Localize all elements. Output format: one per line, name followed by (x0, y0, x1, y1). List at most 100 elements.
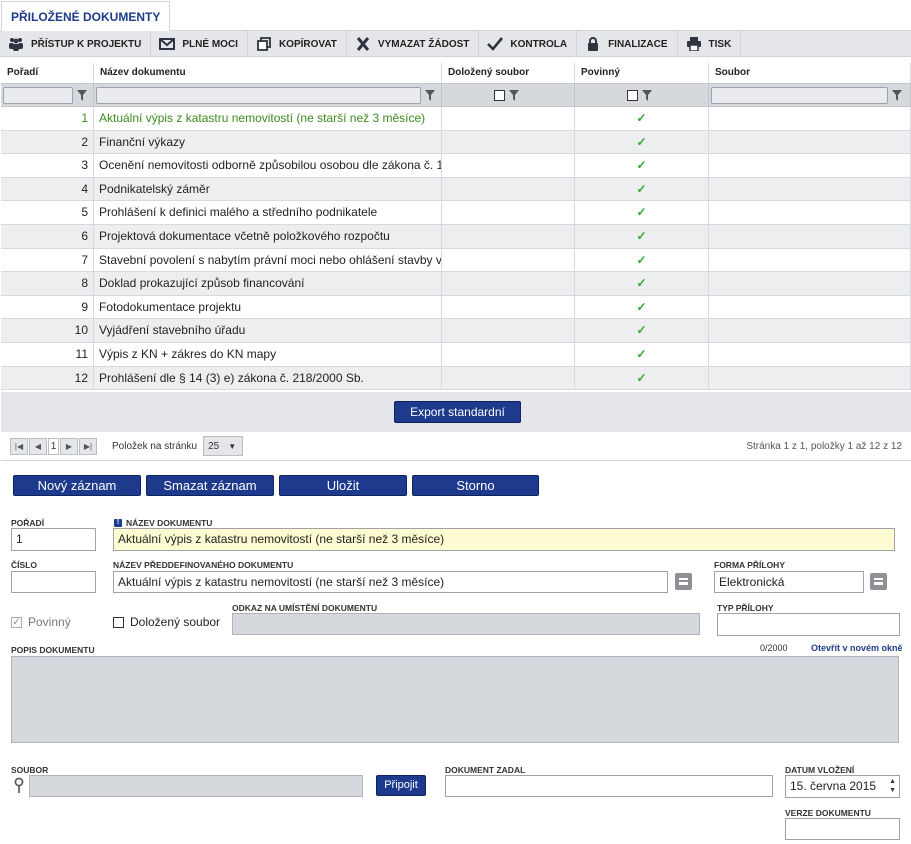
row-name-cell: Fotodokumentace projektu (94, 295, 442, 319)
attachment-form-input[interactable]: Elektronická (714, 571, 864, 593)
description-textarea (11, 656, 899, 743)
row-name-cell: Projektová dokumentace včetně položkovéh… (94, 224, 442, 248)
attach-button[interactable]: Připojit (376, 775, 426, 796)
filter-icon[interactable] (642, 89, 652, 101)
attachment-type-input[interactable] (717, 613, 900, 636)
page-number-input[interactable]: 1 (48, 437, 59, 455)
entered-by-input (445, 775, 773, 797)
column-header-name[interactable]: Název dokumentu (94, 63, 442, 83)
table-row[interactable]: 7 Stavební povolení s nabytím právní moci… (1, 248, 911, 273)
required-checkbox[interactable]: ✓ (11, 616, 22, 628)
users-icon (9, 38, 23, 51)
description-label: Popis dokumentu (11, 645, 95, 655)
row-attached-cell (442, 177, 575, 201)
filter-required-checkbox[interactable] (627, 89, 638, 101)
filter-icon[interactable] (892, 89, 902, 101)
row-required-check-icon: ✓ (575, 224, 709, 248)
row-file-cell (709, 295, 911, 319)
row-required-check-icon: ✓ (575, 154, 709, 177)
document-name-input[interactable]: Aktuální výpis z katastru nemovitostí (n… (113, 528, 895, 551)
row-file-cell (709, 107, 911, 130)
filter-file-input[interactable] (711, 86, 888, 104)
open-new-window-link[interactable]: Otevřít v novém okně (811, 643, 903, 653)
row-attached-cell (442, 154, 575, 177)
number-input[interactable] (11, 571, 96, 593)
print-button[interactable]: TISK (678, 31, 742, 57)
filter-order-input[interactable] (3, 86, 73, 104)
filter-name-input[interactable] (96, 86, 421, 104)
row-order-cell: 9 (1, 295, 94, 319)
attachment-form-label: Forma přílohy (714, 560, 785, 570)
power-of-attorney-button[interactable]: PLNÉ MOCI (151, 31, 248, 57)
table-row[interactable]: 11 Výpis z KN + zákres do KN mapy ✓ (1, 342, 911, 367)
table-row[interactable]: 3 Ocenění nemovitosti odborně způsobilou … (1, 154, 911, 178)
row-name-cell: Podnikatelský záměr (94, 177, 442, 201)
order-input[interactable]: 1 (11, 528, 96, 551)
date-inserted-input[interactable]: 15. června 2015 ▲ ▼ (785, 775, 900, 798)
copy-button[interactable]: KOPÍROVAT (248, 31, 347, 57)
new-record-button[interactable]: Nový záznam (13, 475, 141, 496)
row-attached-cell (442, 342, 575, 366)
row-order-cell: 1 (1, 107, 94, 130)
row-file-cell (709, 319, 911, 342)
required-icon: ! (114, 519, 122, 527)
table-row[interactable]: 1 Aktuální výpis z katastru nemovitostí (… (1, 107, 911, 131)
attached-file-checkbox[interactable] (113, 616, 124, 628)
row-required-check-icon: ✓ (575, 366, 709, 390)
next-page-icon[interactable]: ▶ (60, 437, 78, 455)
document-link-label: Odkaz na umístění dokumentu (232, 603, 378, 613)
first-page-icon[interactable]: |◀ (10, 437, 28, 455)
column-header-required[interactable]: Povinný (575, 63, 709, 83)
column-header-attached-file[interactable]: Doložený soubor (442, 63, 575, 83)
table-row[interactable]: 2 Finanční výkazy ✓ (1, 130, 911, 155)
export-band: Export standardní (1, 392, 911, 432)
filter-icon[interactable] (77, 89, 87, 101)
row-file-cell (709, 224, 911, 248)
filter-attached-checkbox[interactable] (494, 89, 505, 101)
row-file-cell (709, 248, 911, 272)
table-row[interactable]: 5 Prohlášení k definici malého a středníh… (1, 201, 911, 225)
list-icon[interactable] (870, 573, 887, 590)
spinner-icon[interactable]: ▲ ▼ (889, 777, 896, 795)
row-attached-cell (442, 224, 575, 248)
access-project-button[interactable]: PŘÍSTUP K PROJEKTU (0, 31, 152, 57)
save-button[interactable]: Uložit (279, 475, 407, 496)
row-file-cell (709, 272, 911, 295)
document-name-label-wrap: ! Název dokumentu (114, 518, 212, 528)
close-icon (356, 37, 370, 51)
per-page-select[interactable]: 25 ▼ (203, 436, 244, 456)
filter-icon[interactable] (425, 89, 435, 101)
row-name-cell: Doklad prokazující způsob financování (94, 272, 442, 295)
row-name-cell: Ocenění nemovitosti odborně způsobilou o… (94, 154, 442, 177)
delete-request-button[interactable]: VYMAZAT ŽÁDOST (347, 31, 480, 57)
row-attached-cell (442, 248, 575, 272)
row-name-cell: Výpis z KN + zákres do KN mapy (94, 342, 442, 366)
row-name-cell: Finanční výkazy (94, 130, 442, 154)
delete-record-button[interactable]: Smazat záznam (146, 475, 274, 496)
last-page-icon[interactable]: ▶| (79, 437, 97, 455)
prev-page-icon[interactable]: ◀ (29, 437, 47, 455)
table-row[interactable]: 12 Prohlášení dle § 14 (3) e) zákona č. 2… (1, 366, 911, 391)
column-header-order[interactable]: Pořadí (1, 63, 94, 83)
table-row[interactable]: 10 Vyjádření stavebního úřadu ✓ (1, 319, 911, 343)
table-row[interactable]: 6 Projektová dokumentace včetně položkové… (1, 224, 911, 249)
column-header-file[interactable]: Soubor (709, 63, 911, 83)
filter-icon[interactable] (509, 89, 519, 101)
predefined-name-input[interactable]: Aktuální výpis z katastru nemovitostí (n… (113, 571, 668, 593)
row-file-cell (709, 342, 911, 366)
control-button[interactable]: KONTROLA (479, 31, 578, 57)
cancel-button[interactable]: Storno (412, 475, 539, 496)
control-label: KONTROLA (510, 38, 568, 50)
finalize-button[interactable]: FINALIZACE (577, 31, 678, 57)
table-row[interactable]: 8 Doklad prokazující způsob financování ✓ (1, 272, 911, 296)
export-standard-button[interactable]: Export standardní (394, 401, 521, 423)
table-row[interactable]: 4 Podnikatelský záměr ✓ (1, 177, 911, 202)
row-required-check-icon: ✓ (575, 295, 709, 319)
row-attached-cell (442, 295, 575, 319)
row-order-cell: 3 (1, 154, 94, 177)
lock-icon (588, 37, 599, 51)
table-row[interactable]: 9 Fotodokumentace projektu ✓ (1, 295, 911, 320)
row-file-cell (709, 130, 911, 154)
list-icon[interactable] (675, 573, 692, 590)
tab-prilozene-dokumenty[interactable]: PŘILOŽENÉ DOKUMENTY (1, 1, 171, 31)
